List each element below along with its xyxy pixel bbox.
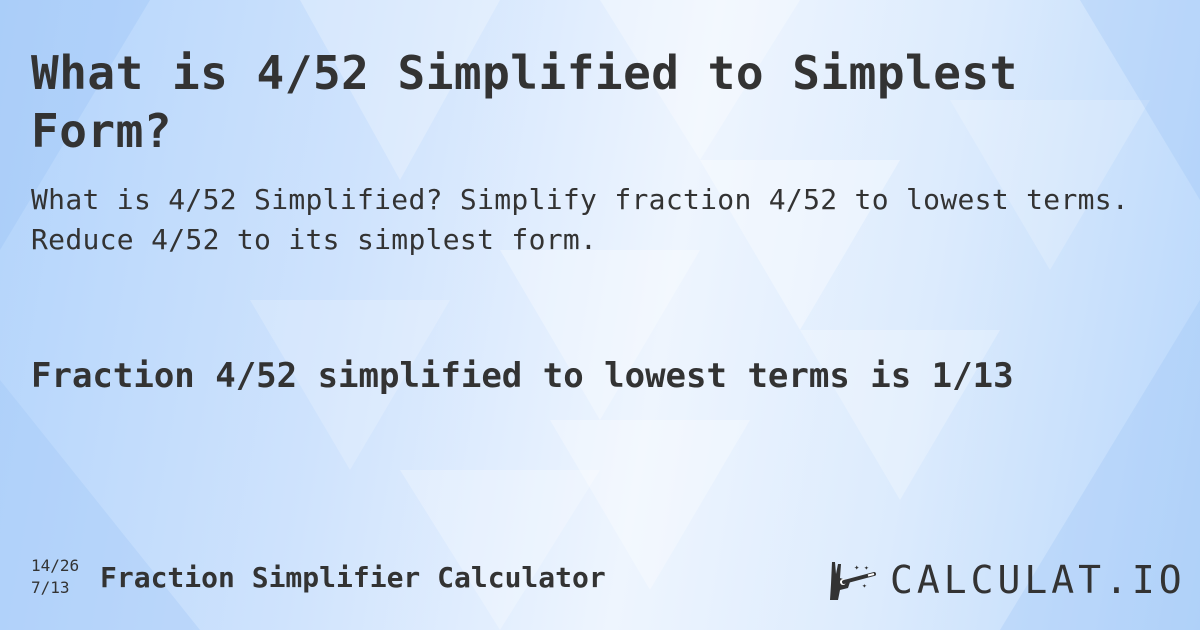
logo-text: CALCULAT.IO	[890, 558, 1186, 602]
fraction-example-bottom: 7/13	[31, 578, 70, 597]
fraction-example: 14/26 7/13	[31, 555, 79, 599]
magic-wand-hand-icon: ✦ ✦ ✦	[830, 562, 876, 600]
svg-text:✦: ✦	[864, 563, 869, 572]
result-text: Fraction 4/52 simplified to lowest terms…	[31, 356, 1014, 396]
svg-text:✦: ✦	[862, 581, 867, 590]
share-card: What is 4/52 Simplified to Simplest Form…	[0, 0, 1200, 630]
fraction-example-top: 14/26	[31, 556, 80, 575]
svg-text:✦: ✦	[854, 563, 860, 573]
calculat-io-logo: ✦ ✦ ✦ CALCULAT.IO	[826, 558, 1186, 602]
page-title: What is 4/52 Simplified to Simplest Form…	[31, 46, 1018, 158]
page-subtitle: What is 4/52 Simplified? Simplify fracti…	[31, 183, 1130, 256]
calculator-name: Fraction Simplifier Calculator	[100, 561, 606, 594]
